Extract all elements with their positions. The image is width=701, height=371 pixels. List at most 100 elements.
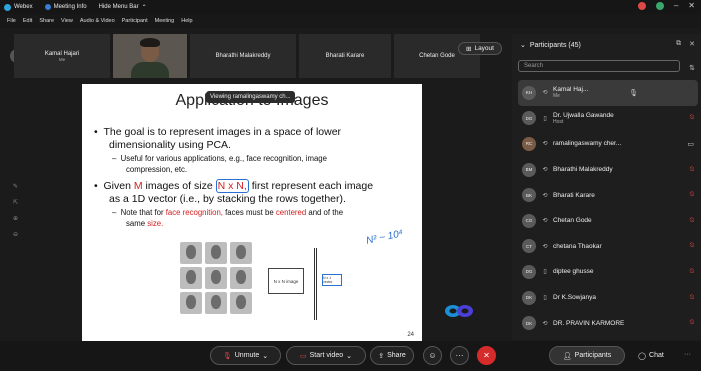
face-image (180, 292, 202, 314)
s2-post: and of the (308, 208, 344, 217)
reactions-icon: ☺ (428, 351, 437, 360)
b2-mid: images of size (145, 180, 213, 192)
tile-name: Chetan Gode (419, 53, 455, 59)
popout-icon[interactable]: ⧉ (676, 40, 681, 48)
hide-menu-bar-button[interactable]: Hide Menu Bar ⌃ (99, 4, 147, 11)
video-strip: Kamal Hajari Me Bharathi Malakreddy Bhar… (14, 34, 510, 78)
menu-file[interactable]: File (7, 18, 16, 24)
participant-name-block: Dr. Ujwalla Gawande Host (553, 112, 614, 125)
face-image (230, 292, 252, 314)
recording-indicator-icon (637, 1, 646, 10)
participant-row[interactable]: KH ⟲ Kamal Haj... Me 🎙︎ (518, 80, 698, 106)
meeting-info-label: Meeting Info (53, 4, 87, 10)
participant-name: Kamal Haj... (553, 86, 589, 94)
mic-muted-icon: 🎙︎ (629, 89, 638, 97)
participant-name: ramalingaswamy cher... (553, 140, 622, 148)
menu-meeting[interactable]: Meeting (155, 18, 175, 24)
panel-title: Participants (45) (529, 41, 581, 49)
chat-button[interactable]: ◯ Chat (630, 346, 672, 365)
search-placeholder: Search (524, 63, 544, 69)
video-tile-bharati[interactable]: Bharati Karare (299, 34, 391, 78)
mic-muted-icon: ⍉ (689, 293, 694, 301)
menu-share[interactable]: Share (39, 18, 54, 24)
leave-icon: ✕ (483, 351, 490, 360)
participants-button[interactable]: 👤︎ Participants (549, 346, 625, 365)
unmute-button[interactable]: 🎙︎ Unmute ⌄ (210, 346, 281, 365)
menu-edit[interactable]: Edit (23, 18, 32, 24)
participant-name: chetana Thaokar (553, 242, 602, 250)
video-tile-chetan[interactable]: Chetan Gode (394, 34, 480, 78)
participant-name: Chetan Gode (553, 217, 592, 225)
layout-icon: ⊞ (466, 45, 472, 53)
layout-button[interactable]: ⊞ Layout (458, 42, 502, 55)
info-icon (44, 4, 51, 10)
participant-row[interactable]: RC ⟲ ramalingaswamy cher... ▭ (518, 131, 698, 157)
phone-icon: ⟲ (542, 320, 548, 327)
participant-name: Dr. Ujwalla Gawande (553, 111, 614, 119)
video-tile-speaker[interactable] (113, 34, 187, 78)
s2-face: face recognition, (165, 208, 223, 217)
start-video-button[interactable]: ▭ Start video ⌄ (286, 346, 366, 365)
sort-icon[interactable]: ⇅ (689, 64, 695, 72)
s2-pre: Note that for (120, 208, 164, 217)
participant-list: KH ⟲ Kamal Haj... Me 🎙︎ DG ▯ Dr. Ujwalla Gawand… (518, 80, 698, 336)
pointer-icon[interactable]: ⇱ (13, 199, 18, 206)
participant-row[interactable]: BM ⟲ Bharathi Malakreddy ⍉ (518, 157, 698, 183)
participants-label: Participants (574, 352, 612, 359)
title-bar: Webex Meeting Info Hide Menu Bar ⌃ – ✕ (0, 0, 701, 14)
participant-name-block: Dr K.Sowjanya (553, 294, 596, 301)
avatar: DG (522, 264, 536, 279)
meeting-info-button[interactable]: Meeting Info (44, 4, 87, 10)
handwritten-annotation: N² ~ 10⁴ (365, 228, 405, 247)
zoom-in-icon[interactable]: ⊕ (13, 215, 18, 222)
tile-sub: Me (58, 56, 66, 62)
menu-audio-video[interactable]: Audio & Video (80, 18, 115, 24)
more-panels-icon[interactable]: ··· (684, 351, 691, 358)
share-label: Share (387, 352, 406, 359)
menu-view[interactable]: View (61, 18, 73, 24)
s2-mid: faces must be (225, 208, 274, 217)
participant-row[interactable]: CT ⟲ chetana Thaokar ⍉ (518, 234, 698, 260)
participant-row[interactable]: DG ▯ diptee ghusse ⍉ (518, 259, 698, 285)
status-indicator-icon (655, 1, 664, 10)
reactions-button[interactable]: ☺ (423, 346, 442, 365)
side-toolbar: ✎ ⇱ ⊕ ⊖ (13, 183, 18, 238)
menu-participant[interactable]: Participant (122, 18, 148, 24)
chat-label: Chat (649, 352, 664, 359)
menu-help[interactable]: Help (181, 18, 192, 24)
search-input[interactable]: Search (518, 60, 680, 72)
share-button[interactable]: ⇪ Share (370, 346, 414, 365)
video-tile-bharathi[interactable]: Bharathi Malakreddy (190, 34, 296, 78)
mic-muted-icon: ⍉ (689, 165, 694, 173)
participant-row[interactable]: BK ⟲ Bharati Karare ⍉ (518, 182, 698, 208)
minimize-button[interactable]: – (674, 1, 678, 10)
participant-row[interactable]: DK ▯ Dr K.Sowjanya ⍉ (518, 285, 698, 311)
phone-icon: ⟲ (542, 243, 548, 250)
participant-row[interactable]: CG ⟲ Chetan Gode ⍉ (518, 208, 698, 234)
zoom-out-icon[interactable]: ⊖ (13, 231, 18, 238)
participant-name: diptee ghusse (553, 268, 594, 276)
laptop-icon: ▯ (543, 115, 547, 122)
close-icon[interactable]: ✕ (689, 40, 695, 48)
participant-name-block: ramalingaswamy cher... (553, 140, 621, 147)
collapse-icon[interactable]: ⌄ (520, 41, 526, 49)
more-options-button[interactable]: ··· (450, 346, 469, 365)
phone-icon: ⟲ (542, 218, 548, 225)
panel-header: ⌄ Participants (45) ⧉ ✕ (512, 34, 701, 56)
participants-panel: ⌄ Participants (45) ⧉ ✕ Search ⇅ KH ⟲ Kama… (512, 34, 701, 340)
share-icon: ⇪ (378, 352, 385, 360)
close-window-button[interactable]: ✕ (688, 1, 695, 10)
annotate-icon[interactable]: ✎ (13, 183, 18, 190)
laptop-icon: ▯ (543, 269, 547, 276)
participant-row[interactable]: DG ▯ Dr. Ujwalla Gawande Host ⍉ (518, 106, 698, 132)
participant-row[interactable]: DK ⟲ DR. PRAVIN KARMORE ⍉ (518, 310, 698, 336)
stacking-divider (314, 248, 317, 320)
control-bar: 🎙︎ Unmute ⌄ ▭ Start video ⌄ ⇪ Share ☺ ··… (0, 341, 701, 371)
start-video-label: Start video (309, 352, 344, 359)
s2-centered: centered (275, 208, 307, 217)
chevron-down-icon: ⌄ (262, 352, 269, 360)
bullet-2: • Given M images of size N x N, first re… (94, 179, 374, 193)
video-tile-self[interactable]: Kamal Hajari Me (14, 34, 110, 78)
webex-logo-icon (4, 3, 11, 11)
leave-button[interactable]: ✕ (477, 346, 496, 365)
